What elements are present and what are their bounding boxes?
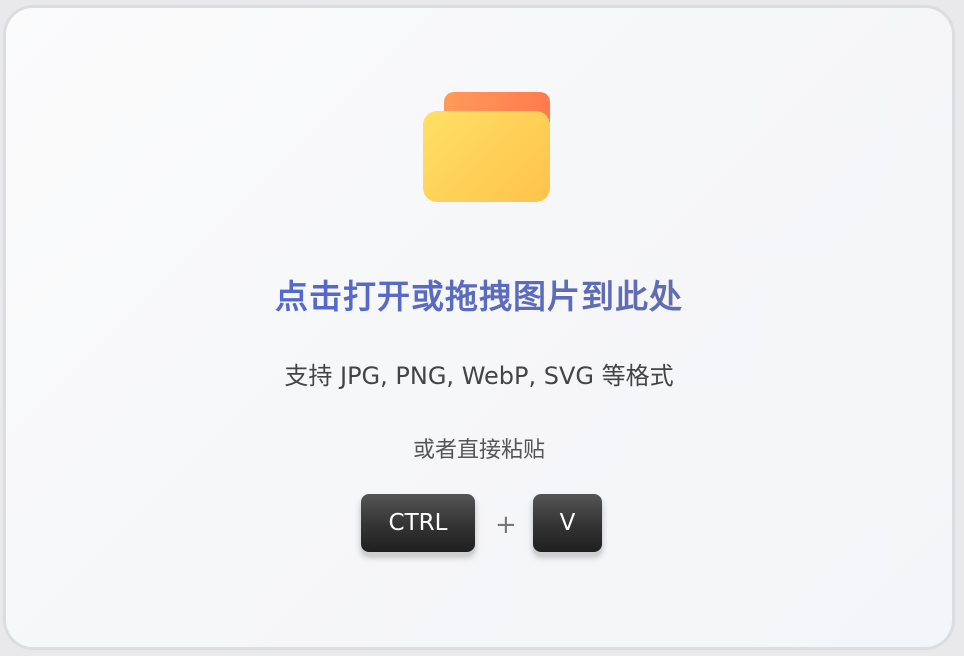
plus-separator: + bbox=[495, 510, 517, 540]
v-key-badge: V bbox=[533, 494, 602, 552]
supported-formats-text: 支持 JPG, PNG, WebP, SVG 等格式 bbox=[284, 362, 674, 390]
paste-hint-text: 或者直接粘贴 bbox=[412, 438, 545, 463]
dropzone-title: 点击打开或拖拽图片到此处 bbox=[6, 270, 952, 318]
image-dropzone[interactable]: 点击打开或拖拽图片到此处 支持 JPG, PNG, WebP, SVG 等格式 … bbox=[3, 5, 955, 650]
ctrl-key-badge: CTRL bbox=[361, 494, 475, 552]
folder-icon bbox=[423, 92, 550, 202]
folder-body bbox=[423, 111, 550, 202]
